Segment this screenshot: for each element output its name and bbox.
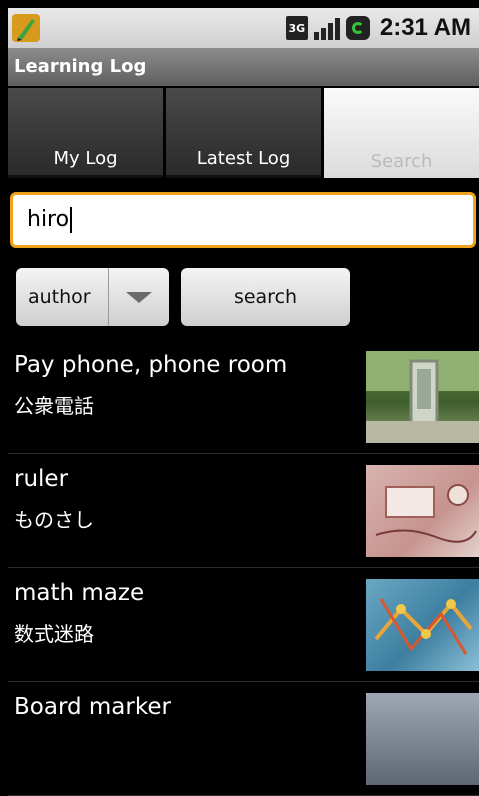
status-icons: 3G 2:31 AM — [285, 12, 471, 44]
search-button[interactable]: search — [181, 268, 350, 326]
filter-selected-value: author — [28, 286, 91, 308]
text-cursor — [70, 207, 73, 233]
3g-icon: 3G — [285, 16, 308, 40]
item-thumbnail — [366, 465, 479, 557]
item-subtitle: 数式迷路 — [14, 622, 94, 646]
search-input[interactable]: hiro — [10, 192, 476, 248]
tab-bar: My Log Latest Log Search — [8, 88, 479, 178]
item-subtitle: 公衆電話 — [14, 394, 94, 418]
status-bar: 3G 2:31 AM — [8, 8, 479, 48]
item-thumbnail — [366, 579, 479, 671]
tab-latest-log[interactable]: Latest Log — [166, 88, 321, 178]
item-subtitle: ものさし — [14, 508, 94, 532]
item-title: Board marker — [14, 694, 171, 720]
tab-search[interactable]: Search — [324, 88, 479, 178]
list-item[interactable]: Pay phone, phone room 公衆電話 — [8, 340, 479, 454]
signal-icon — [313, 16, 340, 40]
tab-my-log[interactable]: My Log — [8, 88, 163, 178]
list-item[interactable]: math maze 数式迷路 — [8, 568, 479, 682]
battery-charging-icon — [345, 16, 370, 40]
status-clock: 2:31 AM — [379, 14, 471, 41]
chevron-down-icon — [109, 291, 169, 303]
results-list: Pay phone, phone room 公衆電話 ruler ものさし ma… — [8, 340, 479, 796]
item-title: Pay phone, phone room — [14, 352, 288, 378]
filter-dropdown[interactable]: author — [16, 268, 169, 326]
app-title: Learning Log — [8, 48, 479, 86]
item-title: ruler — [14, 466, 69, 492]
search-query-text: hiro — [27, 207, 70, 232]
list-item[interactable]: ruler ものさし — [8, 454, 479, 568]
list-item[interactable]: Board marker — [8, 682, 479, 796]
item-thumbnail — [366, 693, 479, 785]
app-notification-icon — [12, 14, 40, 42]
item-thumbnail — [366, 351, 479, 443]
item-title: math maze — [14, 580, 145, 606]
